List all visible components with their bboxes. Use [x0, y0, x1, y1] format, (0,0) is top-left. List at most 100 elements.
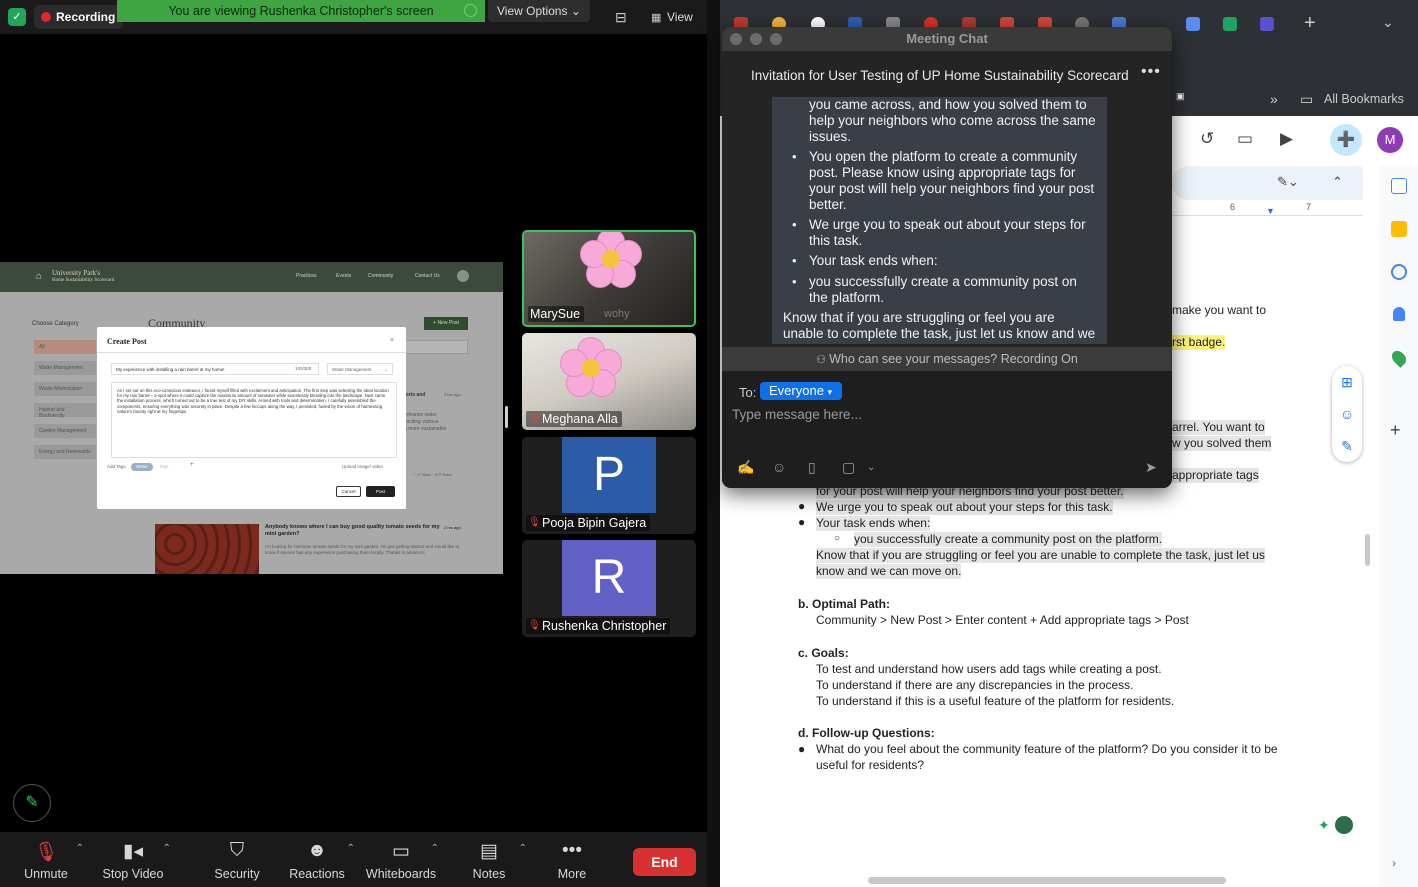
minimize-window-icon[interactable] — [750, 33, 762, 45]
tomato-post-image — [155, 524, 259, 574]
chat-message: you came across, and how you solved them… — [772, 97, 1107, 344]
doc-line: To understand if this is a useful featur… — [816, 694, 1175, 708]
recipient-dropdown[interactable]: Everyone ▾ — [760, 382, 843, 400]
window-divider[interactable] — [707, 0, 720, 887]
stop-video-button[interactable]: ▮◂ Stop Video ⌃ — [93, 840, 173, 881]
new-post-button[interactable]: + New Post — [424, 317, 468, 330]
doc-line: Your task ends when: — [816, 516, 931, 531]
post-time: 2 hrs ago — [444, 525, 461, 530]
file-icon[interactable]: ▯ — [808, 459, 816, 476]
doc-line: To test and understand how users add tag… — [816, 662, 1162, 676]
participant-tile-marysue[interactable]: wohy MarySue — [522, 230, 696, 327]
chevron-up-icon[interactable]: ⌃ — [163, 843, 171, 854]
participant-tile-pooja[interactable]: P Pooja Bipin Gajera — [522, 437, 696, 534]
post-title[interactable]: Anybody knows where I can buy good quali… — [265, 524, 445, 538]
chevron-right-icon[interactable]: › — [1392, 856, 1396, 870]
tag-chip-water[interactable]: Water — [131, 463, 153, 471]
upload-media-button[interactable]: Upload image/ video — [342, 464, 383, 469]
notes-button[interactable]: ▤ Notes ⌃ — [449, 840, 529, 881]
avatar[interactable] — [457, 270, 469, 282]
notes-label: Notes — [472, 867, 506, 881]
viewing-banner: You are viewing Rushenka Christopher's s… — [117, 0, 485, 22]
more-options-icon[interactable]: ••• — [1141, 63, 1161, 81]
message-line: this task. — [809, 233, 863, 248]
unmute-button[interactable]: 🎙 Unmute ⌃ — [6, 840, 86, 881]
emoji-icon[interactable]: ☺ — [772, 459, 786, 475]
tags-input[interactable]: Tags — [159, 464, 169, 469]
search-field[interactable] — [404, 340, 468, 354]
category-all[interactable]: All — [34, 340, 96, 354]
chevron-up-icon[interactable]: ⌃ — [347, 843, 355, 854]
chat-compose-area: To: Everyone ▾ Type message here... ✍ ☺ … — [722, 371, 1172, 488]
message-line: post. Please know using appropriate tags… — [809, 165, 1076, 180]
bullet-dot-icon: • — [792, 274, 797, 289]
doc-line: you successfully create a community post… — [854, 532, 1163, 547]
view-button[interactable]: View — [667, 10, 693, 24]
add-tag-icon[interactable]: + — [190, 462, 194, 468]
participant-tile-meghana[interactable]: Meghana Alla — [522, 333, 696, 430]
nav-link-contact[interactable]: Contact Us — [415, 273, 440, 279]
message-line: help your neighbors who come across the … — [809, 113, 1096, 128]
category-garden[interactable]: Garden Management — [34, 424, 96, 438]
explore-button[interactable]: ✦ — [1316, 816, 1354, 836]
message-line: unable to complete the task, just let us… — [783, 326, 1096, 341]
post-title-input[interactable]: My experience with installing a rain bar… — [111, 363, 319, 375]
chat-window-title: Meeting Chat — [722, 27, 1172, 51]
zoom-window-icon[interactable] — [770, 33, 782, 45]
grid-view-icon[interactable]: ▦ — [651, 11, 661, 24]
message-input[interactable]: Type message here... — [732, 407, 862, 422]
post-button[interactable]: Post — [366, 486, 395, 497]
house-logo-icon: ⌂ — [36, 271, 43, 282]
message-line: you came across, and how you solved them… — [809, 97, 1087, 112]
category-water[interactable]: Water Management — [34, 361, 96, 375]
reactions-button[interactable]: ☻ Reactions ⌃ — [277, 840, 357, 881]
category-habitat[interactable]: Habitat and Biodiversity — [34, 403, 96, 419]
chevron-up-icon[interactable]: ⌃ — [519, 843, 527, 854]
chevron-up-icon[interactable]: ⌃ — [431, 843, 439, 854]
viewing-banner-text: You are viewing Rushenka Christopher's s… — [168, 4, 434, 18]
bullet-dot-icon: ● — [798, 499, 806, 513]
doc-line: rst badge. — [1172, 335, 1226, 350]
nav-link-events[interactable]: Events — [336, 273, 351, 279]
smiley-plus-icon: ☻ — [307, 840, 327, 861]
shield-check-icon[interactable]: ✓ — [8, 8, 26, 26]
cancel-button[interactable]: Cancel — [336, 486, 361, 497]
shared-site-nav: ⌂ University Park's Home Sustainability … — [0, 262, 503, 292]
message-line: you successfully create a community post… — [809, 274, 1077, 289]
side-snippet: enhance water — [404, 412, 437, 418]
shared-screen[interactable]: ⌂ University Park's Home Sustainability … — [0, 262, 503, 574]
horizontal-scrollbar[interactable] — [868, 877, 1226, 884]
participant-name: MarySue — [528, 306, 585, 322]
send-icon[interactable]: ➤ — [1145, 459, 1157, 476]
section-heading-d: d. Follow-up Questions: — [798, 726, 935, 740]
close-icon[interactable]: × — [390, 337, 394, 344]
close-window-icon[interactable] — [730, 33, 742, 45]
bullet-dot-icon: • — [792, 253, 797, 268]
chevron-up-icon[interactable]: ⌃ — [76, 843, 84, 854]
char-count: 100/300 — [295, 366, 312, 371]
screenshot-icon[interactable]: ▢ — [842, 459, 855, 476]
more-button[interactable]: ••• More — [532, 840, 612, 881]
category-waste[interactable]: Waste Minimization — [34, 382, 96, 396]
security-button[interactable]: ⛉ Security — [197, 840, 277, 881]
format-text-icon[interactable]: ✍ — [737, 459, 754, 476]
post-body-textarea[interactable]: As I set out on this eco-conscious endea… — [111, 382, 397, 458]
nav-link-practices[interactable]: Practices — [296, 273, 317, 279]
recording-indicator[interactable]: Recording — [34, 5, 124, 29]
view-options-button[interactable]: View Options ⌄ — [488, 0, 590, 22]
splitter-handle[interactable] — [505, 406, 508, 428]
bullet-dot-icon: ● — [798, 515, 806, 529]
vertical-scrollbar[interactable] — [1365, 534, 1370, 566]
doc-line: We urge you to speak out about your step… — [816, 500, 1113, 515]
layout-lock-icon[interactable]: ⊟ — [615, 9, 627, 26]
nav-link-community[interactable]: Community — [368, 273, 393, 279]
category-energy[interactable]: Energy and Renewable — [34, 445, 96, 459]
category-select[interactable]: Water Management ⌄ — [327, 363, 393, 375]
annotate-pencil-icon[interactable]: ✎ — [13, 784, 51, 822]
who-can-see-banner[interactable]: ⚇ Who can see your messages? Recording O… — [722, 347, 1172, 371]
chevron-down-icon[interactable]: ⌄ — [867, 462, 875, 473]
whiteboards-button[interactable]: ▭ Whiteboards ⌃ — [361, 840, 441, 881]
end-meeting-button[interactable]: End — [633, 848, 696, 876]
participant-tile-rushenka[interactable]: R Rushenka Christopher — [522, 540, 696, 637]
doc-line: arrel. You want to — [1172, 420, 1265, 435]
